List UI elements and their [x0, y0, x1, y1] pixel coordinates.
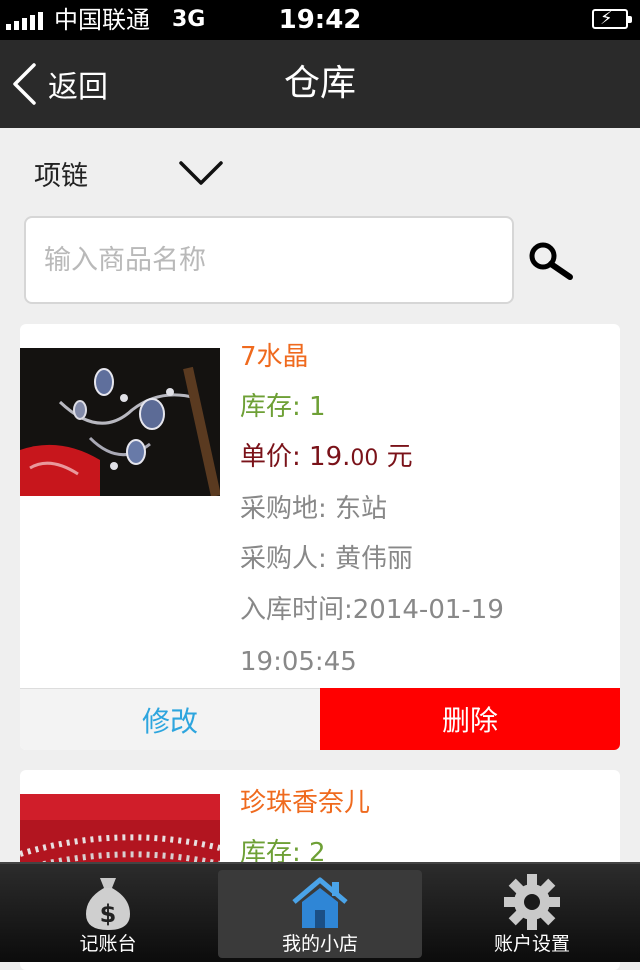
location-row: 采购地: 东站 — [240, 484, 610, 534]
chevron-down-icon — [179, 161, 223, 185]
status-bar: 中国联通 3G 19:42 ⚡ — [0, 0, 640, 40]
product-card: 7水晶 库存: 1 单价: 19.00 元 采购地: 东站 采购人: 黄伟丽 入… — [20, 324, 620, 750]
edit-button[interactable]: 修改 — [20, 688, 320, 750]
stock-value: 1 — [309, 392, 326, 422]
time-label: 入库时间: — [240, 595, 353, 625]
stock-label: 库存: — [240, 392, 301, 422]
buyer-value: 黄伟丽 — [335, 544, 414, 574]
buyer-row: 采购人: 黄伟丽 — [240, 534, 610, 584]
price-value: 19. — [309, 442, 351, 472]
product-name: 珍珠香奈儿 — [240, 788, 371, 818]
product-info: 7水晶 库存: 1 单价: 19.00 元 采购地: 东站 采购人: 黄伟丽 入… — [240, 332, 610, 688]
money-bag-icon: $ — [86, 878, 130, 930]
tab-label: 我的小店 — [281, 933, 358, 955]
search-icon — [529, 242, 573, 280]
buyer-label: 采购人: — [240, 544, 327, 574]
product-name: 7水晶 — [240, 342, 309, 372]
necklace-photo — [20, 348, 220, 496]
category-label: 项链 — [34, 160, 88, 192]
product-image — [20, 348, 220, 496]
tab-bar: $ 记账台 我的小店 账户设置 — [0, 862, 640, 962]
tab-account-settings[interactable]: 账户设置 — [430, 870, 634, 958]
stock-row: 库存: 1 — [240, 382, 610, 432]
battery-icon: ⚡ — [592, 8, 632, 29]
search-input[interactable] — [24, 216, 514, 304]
price-cents: 00 — [350, 446, 379, 471]
gear-icon — [504, 874, 560, 930]
tab-my-shop[interactable]: 我的小店 — [218, 870, 422, 958]
tab-bookkeeping[interactable]: $ 记账台 — [6, 870, 210, 958]
home-icon — [292, 877, 348, 928]
location-label: 采购地: — [240, 494, 327, 524]
page-title: 仓库 — [283, 63, 356, 104]
search-button[interactable] — [526, 240, 576, 282]
tab-label: 账户设置 — [493, 933, 570, 955]
card-actions: 修改 删除 — [20, 688, 620, 750]
currency-label: 元 — [386, 442, 413, 472]
delete-button[interactable]: 删除 — [320, 688, 620, 750]
svg-text:$: $ — [100, 900, 117, 928]
stock-time-row: 入库时间:2014-01-19 19:05:45 — [240, 584, 610, 688]
price-label: 单价: — [240, 442, 301, 472]
status-time: 19:42 — [278, 5, 362, 35]
navigation-bar: 返回 仓库 — [0, 40, 640, 128]
location-value: 东站 — [335, 494, 388, 524]
price-row: 单价: 19.00 元 — [240, 432, 610, 484]
category-dropdown[interactable]: 项链 — [34, 150, 224, 196]
tab-label: 记账台 — [79, 933, 137, 955]
